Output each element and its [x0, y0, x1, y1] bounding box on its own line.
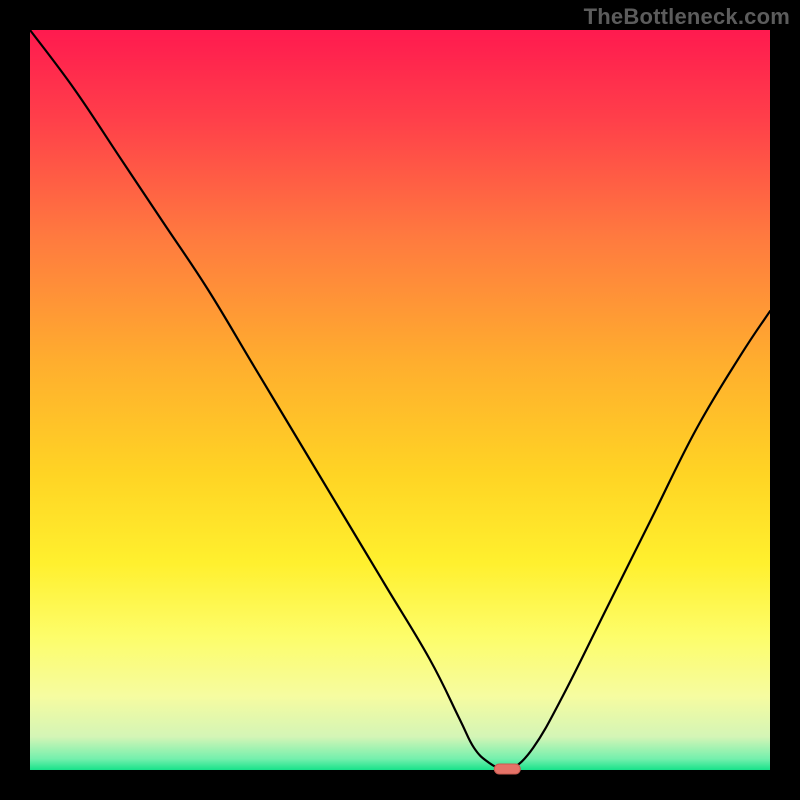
plot-background — [30, 30, 770, 770]
optimal-marker — [494, 764, 520, 774]
bottleneck-chart — [0, 0, 800, 800]
watermark-text: TheBottleneck.com — [584, 4, 790, 30]
chart-frame: TheBottleneck.com — [0, 0, 800, 800]
